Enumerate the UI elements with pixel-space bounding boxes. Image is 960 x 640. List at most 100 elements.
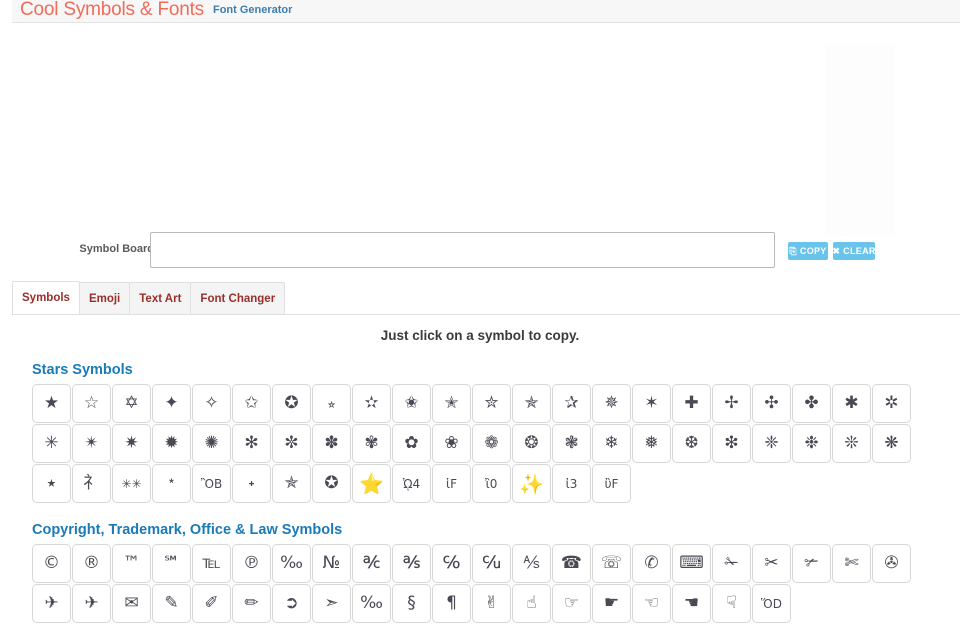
symbol-cell[interactable]: ✤	[792, 384, 831, 423]
symbol-cell[interactable]: ✄	[832, 544, 871, 583]
symbol-cell[interactable]: ❀	[432, 424, 471, 463]
symbol-cell[interactable]: ✏	[232, 584, 271, 623]
symbol-cell[interactable]: ✳✳	[112, 464, 151, 503]
symbol-cell[interactable]: ✢	[712, 384, 751, 423]
symbol-cell[interactable]: ✳	[32, 424, 71, 463]
symbol-cell[interactable]: ﹡	[152, 464, 191, 503]
symbol-cell[interactable]: ✣	[752, 384, 791, 423]
symbol-cell[interactable]: ☎	[552, 544, 591, 583]
symbol-cell[interactable]: ✯	[272, 464, 311, 503]
symbol-cell[interactable]: ❅	[632, 424, 671, 463]
symbol-cell[interactable]: ‰	[272, 544, 311, 583]
symbol-cell[interactable]: ☆	[72, 384, 111, 423]
symbol-cell[interactable]: ℆	[472, 544, 511, 583]
symbol-cell[interactable]: ☏	[592, 544, 631, 583]
symbol-cell[interactable]: ⌨	[672, 544, 711, 583]
symbol-cell[interactable]: ✫	[352, 384, 391, 423]
symbol-cell[interactable]: ℁	[392, 544, 431, 583]
symbol-cell[interactable]: ✴	[72, 424, 111, 463]
symbol-cell[interactable]: ✆	[632, 544, 671, 583]
symbol-cell[interactable]: ✌	[472, 584, 511, 623]
symbol-cell[interactable]: ✈	[32, 584, 71, 623]
symbol-cell[interactable]: ⅍	[512, 544, 551, 583]
tab-symbols[interactable]: Symbols	[12, 281, 80, 314]
symbol-cell[interactable]: ℗	[232, 544, 271, 583]
symbol-cell[interactable]: ☞	[552, 584, 591, 623]
symbol-cell[interactable]: №	[312, 544, 351, 583]
symbol-cell[interactable]: ✈	[72, 584, 111, 623]
tab-font-changer[interactable]: Font Changer	[190, 282, 286, 314]
symbol-cell[interactable]: ✮	[472, 384, 511, 423]
symbol-cell[interactable]: ®	[72, 544, 111, 583]
symbol-cell[interactable]: ℠	[152, 544, 191, 583]
symbol-cell[interactable]: ✧	[192, 384, 231, 423]
symbol-cell[interactable]: ✰	[552, 384, 591, 423]
symbol-cell[interactable]: ★	[32, 384, 71, 423]
symbol-cell[interactable]: ὒF	[592, 464, 631, 503]
symbol-cell[interactable]: ✁	[712, 544, 751, 583]
symbol-cell[interactable]: ❆	[672, 424, 711, 463]
symbol-cell[interactable]: ✐	[192, 584, 231, 623]
symbol-cell[interactable]: ❉	[792, 424, 831, 463]
symbol-cell[interactable]: ✯	[512, 384, 551, 423]
symbol-cell[interactable]: ✲	[872, 384, 911, 423]
symbol-cell[interactable]: ❃	[552, 424, 591, 463]
symbol-cell[interactable]: ❁	[472, 424, 511, 463]
symbol-cell[interactable]: ❋	[872, 424, 911, 463]
symbol-cell[interactable]: ➣	[312, 584, 351, 623]
symbol-cell[interactable]: ❊	[832, 424, 871, 463]
symbol-cell[interactable]: ™	[112, 544, 151, 583]
symbol-cell[interactable]: ☟	[712, 584, 751, 623]
symbol-cell[interactable]: ✿	[392, 424, 431, 463]
symbol-cell[interactable]: ➲	[272, 584, 311, 623]
symbol-cell[interactable]: ὍD	[752, 584, 791, 623]
symbol-cell[interactable]: ✡	[112, 384, 151, 423]
symbol-cell[interactable]: ✂	[752, 544, 791, 583]
symbol-cell[interactable]: ✚	[672, 384, 711, 423]
symbol-cell[interactable]: ☜	[632, 584, 671, 623]
symbol-cell[interactable]: ✩	[232, 384, 271, 423]
clear-button[interactable]: ✖ CLEAR	[832, 242, 875, 260]
tab-emoji[interactable]: Emoji	[78, 282, 131, 314]
copy-button[interactable]: ⎘ COPY	[788, 242, 828, 260]
symbol-cell[interactable]: ❄	[592, 424, 631, 463]
symbol-cell[interactable]: ©	[32, 544, 71, 583]
symbol-cell[interactable]: ✼	[272, 424, 311, 463]
symbol-cell[interactable]: ℡	[192, 544, 231, 583]
symbol-cell[interactable]: ℅	[432, 544, 471, 583]
symbol-cell[interactable]: ✬	[392, 384, 431, 423]
symbol-cell[interactable]: ˖	[232, 464, 271, 503]
symbol-cell[interactable]: ὊB	[192, 464, 231, 503]
symbol-cell[interactable]: ✶	[632, 384, 671, 423]
symbol-cell[interactable]: ✾	[352, 424, 391, 463]
symbol-cell[interactable]: ἱF	[432, 464, 471, 503]
symbol-cell[interactable]: ✪	[272, 384, 311, 423]
tab-text-art[interactable]: Text Art	[129, 282, 192, 314]
symbol-cell[interactable]: ¶	[432, 584, 471, 623]
symbol-cell[interactable]: ❈	[752, 424, 791, 463]
symbol-cell[interactable]: ἰ3	[552, 464, 591, 503]
symbol-cell[interactable]: ✺	[192, 424, 231, 463]
symbol-cell[interactable]: ✪	[312, 464, 351, 503]
symbol-cell[interactable]: ☚	[672, 584, 711, 623]
symbol-cell[interactable]: ☛	[592, 584, 631, 623]
symbol-cell[interactable]: ⭐	[352, 464, 391, 503]
symbol-cell[interactable]: ✷	[112, 424, 151, 463]
symbol-cell[interactable]: ✉	[112, 584, 151, 623]
symbol-cell[interactable]: ❂	[512, 424, 551, 463]
symbol-cell[interactable]: ✎	[152, 584, 191, 623]
symbol-cell[interactable]: ✵	[592, 384, 631, 423]
symbol-cell[interactable]: ✽	[312, 424, 351, 463]
header-subtitle-link[interactable]: Font Generator	[213, 4, 292, 16]
symbol-cell[interactable]: ❇	[712, 424, 751, 463]
symbol-cell[interactable]: ℀	[352, 544, 391, 583]
symbol-cell[interactable]: ⺭	[72, 464, 111, 503]
symbol-cell[interactable]: ✦	[152, 384, 191, 423]
symbol-cell[interactable]: ✇	[872, 544, 911, 583]
symbol-cell[interactable]: ✹	[152, 424, 191, 463]
symbol-cell[interactable]: ‰	[352, 584, 391, 623]
symbol-cell[interactable]: ⭑	[32, 464, 71, 503]
symbol-cell[interactable]: ⭐︎	[312, 384, 351, 423]
symbol-cell[interactable]: ✻	[232, 424, 271, 463]
symbol-cell[interactable]: ✃	[792, 544, 831, 583]
